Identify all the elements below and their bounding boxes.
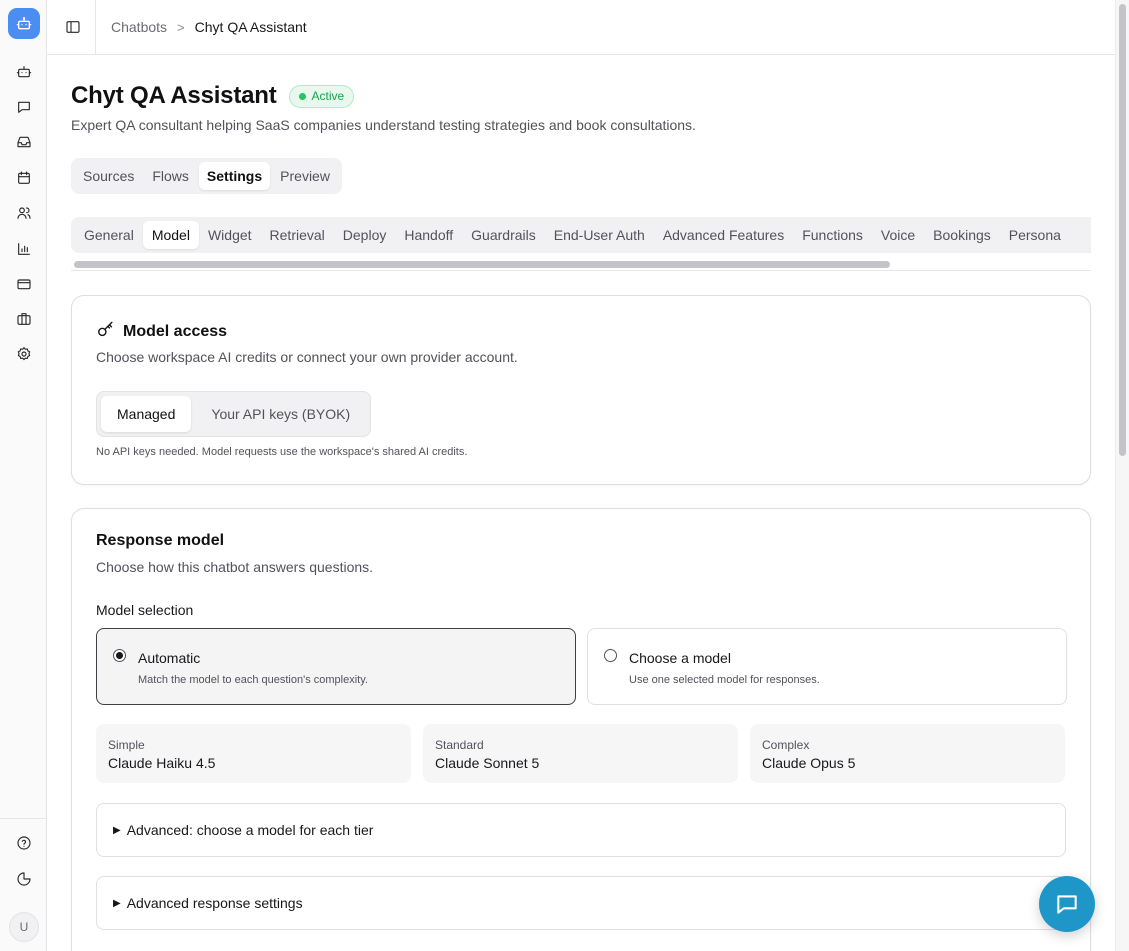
left-rail: U: [0, 0, 47, 951]
tier-complex: Complex Claude Opus 5: [750, 724, 1065, 783]
tab-advanced-features[interactable]: Advanced Features: [654, 221, 793, 249]
advanced-response-settings-label: Advanced response settings: [126, 895, 303, 911]
help-icon[interactable]: [11, 830, 37, 856]
advanced-tier-models-toggle[interactable]: ▶ Advanced: choose a model for each tier: [96, 803, 1066, 857]
breadcrumb-current: Chyt QA Assistant: [194, 19, 307, 35]
advanced-tier-models-label: Advanced: choose a model for each tier: [126, 822, 374, 838]
bot-icon[interactable]: [11, 59, 37, 85]
users-icon[interactable]: [11, 200, 37, 226]
briefcase-icon[interactable]: [11, 306, 37, 332]
automatic-radio[interactable]: [113, 649, 126, 662]
bot-logo-icon[interactable]: [8, 8, 40, 39]
model-access-header: Model access: [96, 320, 227, 344]
rail-divider: [0, 818, 46, 819]
tab-preview[interactable]: Preview: [272, 162, 338, 190]
page-description: Expert QA consultant helping SaaS compan…: [71, 117, 696, 133]
tier-model: Claude Sonnet 5: [435, 755, 540, 771]
choose-model-subtitle: Use one selected model for responses.: [629, 674, 820, 686]
tier-label: Standard: [435, 738, 484, 752]
choose-model-option[interactable]: Choose a model Use one selected model fo…: [587, 628, 1067, 705]
settings-tabs-scroller: General Model Widget Retrieval Deploy Ha…: [71, 217, 1091, 271]
primary-tabs: Sources Flows Settings Preview: [71, 158, 342, 194]
tab-flows[interactable]: Flows: [144, 162, 197, 190]
response-model-description: Choose how this chatbot answers question…: [96, 559, 374, 575]
tab-deploy[interactable]: Deploy: [334, 221, 396, 249]
tab-voice[interactable]: Voice: [872, 221, 924, 249]
model-selection-label: Model selection: [96, 602, 194, 618]
tab-model[interactable]: Model: [142, 221, 199, 249]
page-scrollbar[interactable]: [1115, 0, 1129, 951]
response-model-title: Response model: [96, 532, 225, 549]
title-row: Chyt QA Assistant Active: [71, 82, 355, 110]
credit-card-icon[interactable]: [11, 271, 37, 297]
managed-option[interactable]: Managed: [101, 396, 192, 432]
choose-model-radio[interactable]: [604, 649, 617, 662]
theme-icon[interactable]: [11, 866, 37, 892]
tier-model: Claude Opus 5: [762, 755, 856, 771]
tier-label: Complex: [762, 738, 810, 752]
settings-icon[interactable]: [11, 341, 37, 367]
disclosure-triangle-icon: ▶: [113, 897, 121, 909]
tabs-scrollbar-thumb[interactable]: [74, 261, 890, 268]
automatic-option[interactable]: Automatic Match the model to each questi…: [96, 628, 576, 705]
tab-general[interactable]: General: [75, 221, 143, 249]
breadcrumb-separator: >: [177, 19, 185, 35]
model-access-title: Model access: [123, 323, 228, 340]
tab-end-user-auth[interactable]: End-User Auth: [545, 221, 654, 249]
tier-model: Claude Haiku 4.5: [108, 755, 216, 771]
chat-icon: [1057, 895, 1077, 914]
header-divider: [95, 0, 96, 55]
status-dot-icon: [298, 92, 306, 100]
tab-widget[interactable]: Widget: [199, 221, 261, 249]
tab-bookings[interactable]: Bookings: [924, 221, 1000, 249]
key-icon: [96, 320, 115, 344]
byok-option[interactable]: Your API keys (BYOK): [195, 396, 366, 432]
advanced-response-settings-toggle[interactable]: ▶ Advanced response settings: [96, 876, 1066, 930]
tab-guardrails[interactable]: Guardrails: [462, 221, 545, 249]
model-access-help: No API keys needed. Model requests use t…: [96, 446, 468, 458]
disclosure-triangle-icon: ▶: [113, 824, 121, 836]
model-access-description: Choose workspace AI credits or connect y…: [96, 349, 518, 365]
calendar-icon[interactable]: [11, 165, 37, 191]
breadcrumb: Chatbots > Chyt QA Assistant: [111, 19, 307, 35]
tier-simple: Simple Claude Haiku 4.5: [96, 724, 411, 783]
model-access-toggle: Managed Your API keys (BYOK): [96, 391, 372, 437]
breadcrumb-chatbots[interactable]: Chatbots: [111, 19, 167, 35]
tab-functions[interactable]: Functions: [793, 221, 872, 249]
inbox-icon[interactable]: [11, 129, 37, 155]
response-model-card: Response model Choose how this chatbot a…: [71, 508, 1091, 951]
status-badge: Active: [288, 84, 355, 108]
tab-sources[interactable]: Sources: [75, 162, 142, 190]
automatic-title: Automatic: [138, 650, 201, 666]
model-access-card: Model access Choose workspace AI credits…: [71, 295, 1091, 485]
tab-persona[interactable]: Persona: [1000, 221, 1070, 249]
page-title: Chyt QA Assistant: [71, 82, 277, 109]
user-avatar[interactable]: U: [9, 912, 39, 942]
message-icon[interactable]: [11, 94, 37, 120]
tier-standard: Standard Claude Sonnet 5: [423, 724, 738, 783]
chat-launcher-button[interactable]: [1039, 876, 1095, 932]
tab-retrieval[interactable]: Retrieval: [261, 221, 334, 249]
tier-label: Simple: [108, 738, 145, 752]
page-scrollbar-thumb[interactable]: [1119, 4, 1126, 456]
status-label: Active: [311, 89, 345, 103]
response-model-header: Response model: [96, 532, 224, 550]
tab-handoff[interactable]: Handoff: [395, 221, 462, 249]
top-bar: Chatbots > Chyt QA Assistant: [47, 0, 1115, 55]
automatic-subtitle: Match the model to each question's compl…: [138, 674, 368, 686]
sidebar-toggle-icon[interactable]: [61, 15, 85, 39]
choose-model-title: Choose a model: [629, 650, 731, 666]
chart-icon[interactable]: [11, 236, 37, 262]
tab-settings[interactable]: Settings: [198, 162, 271, 190]
settings-tabs: General Model Widget Retrieval Deploy Ha…: [71, 217, 1091, 253]
